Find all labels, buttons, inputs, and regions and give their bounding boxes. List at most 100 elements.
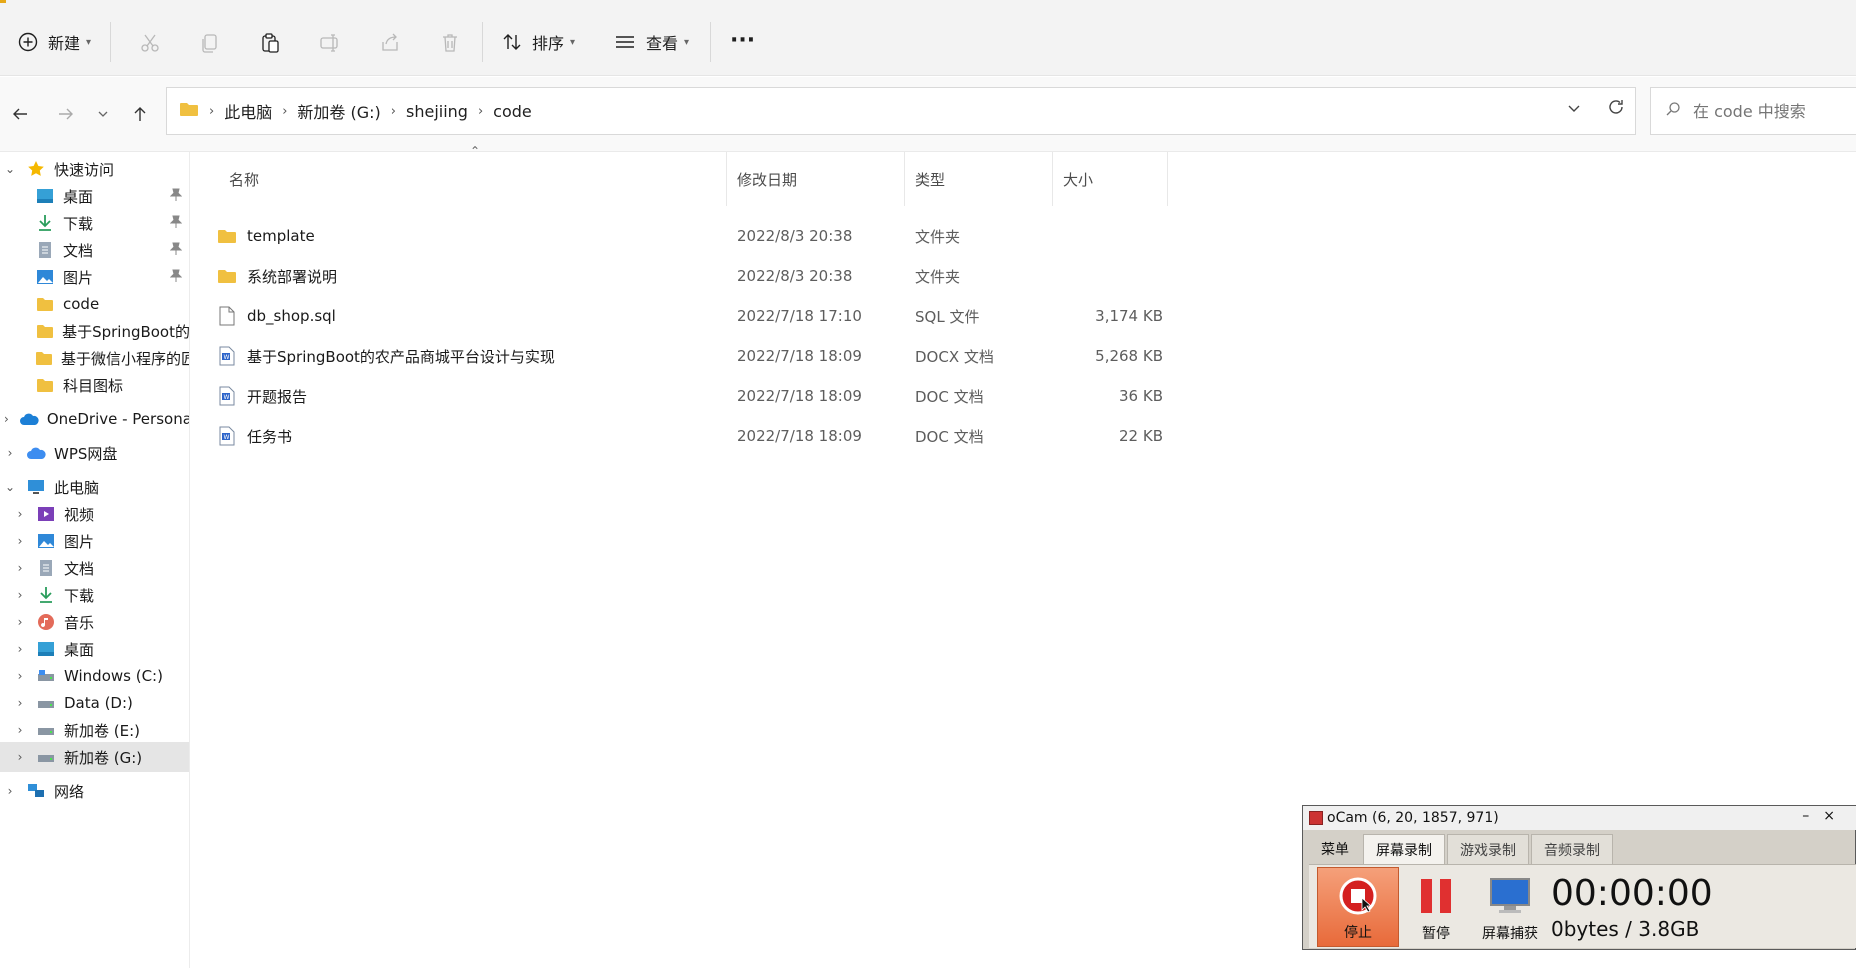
file-name-cell: db_shop.sql bbox=[217, 296, 336, 336]
paste-icon[interactable] bbox=[254, 28, 286, 58]
sidebar-wps-drive[interactable]: › WPS网盘 bbox=[0, 438, 189, 468]
sidebar-item-videos[interactable]: › 视频 bbox=[0, 499, 189, 529]
folder-icon bbox=[35, 375, 55, 395]
sidebar-item-label: code bbox=[63, 295, 100, 313]
column-header-date[interactable]: 修改日期 bbox=[737, 152, 797, 206]
tab-menu[interactable]: 菜单 bbox=[1309, 834, 1361, 864]
recent-locations-icon[interactable] bbox=[88, 99, 118, 129]
sidebar-item-drive-e[interactable]: › 新加卷 (E:) bbox=[0, 715, 189, 745]
sidebar-item-code[interactable]: code bbox=[0, 289, 189, 319]
column-divider[interactable] bbox=[1052, 152, 1053, 206]
sidebar-item-label: 基于SpringBoot的 bbox=[62, 322, 190, 341]
sidebar-item-drive-g[interactable]: › 新加卷 (G:) bbox=[0, 742, 189, 772]
sidebar-item-pc-downloads[interactable]: › 下载 bbox=[0, 580, 189, 610]
table-row[interactable]: W 开题报告 2022/7/18 18:09 DOC 文档 36 KB bbox=[191, 376, 1191, 416]
cloud-icon bbox=[19, 409, 39, 429]
table-row[interactable]: W 任务书 2022/7/18 18:09 DOC 文档 22 KB bbox=[191, 416, 1191, 456]
ocam-tabs: 菜单 屏幕录制 游戏录制 音频录制 bbox=[1309, 834, 1615, 864]
sidebar-item-documents[interactable]: 文档 bbox=[0, 235, 189, 265]
tab-screen-record[interactable]: 屏幕录制 bbox=[1363, 834, 1445, 864]
pause-button[interactable]: 暂停 bbox=[1395, 867, 1477, 947]
breadcrumb-shejiing[interactable]: shejiing bbox=[406, 102, 468, 121]
address-history-dropdown-icon[interactable] bbox=[1567, 100, 1581, 118]
minimize-icon[interactable]: – bbox=[1802, 808, 1823, 824]
search-box[interactable] bbox=[1650, 87, 1856, 135]
sidebar-item-drive-c[interactable]: › Windows (C:) bbox=[0, 661, 189, 691]
column-divider[interactable] bbox=[1167, 152, 1168, 206]
up-icon[interactable] bbox=[125, 99, 155, 129]
file-type: DOC 文档 bbox=[915, 387, 984, 406]
sidebar-item-drive-d[interactable]: › Data (D:) bbox=[0, 688, 189, 718]
copy-icon[interactable] bbox=[194, 28, 226, 58]
ocam-title-bar[interactable]: oCam (6, 20, 1857, 971) –× bbox=[1303, 806, 1856, 830]
sidebar-item-label: 文档 bbox=[63, 241, 94, 260]
chevron-right-icon: › bbox=[17, 534, 23, 548]
drive-icon bbox=[36, 747, 56, 767]
pin-icon[interactable] bbox=[169, 242, 183, 260]
sidebar-onedrive[interactable]: › OneDrive - Persona bbox=[0, 404, 190, 434]
cut-icon[interactable] bbox=[134, 28, 166, 58]
sidebar-item-label: OneDrive - Persona bbox=[46, 410, 190, 428]
tab-game-record[interactable]: 游戏录制 bbox=[1447, 834, 1529, 864]
pin-icon[interactable] bbox=[169, 188, 183, 206]
share-icon[interactable] bbox=[374, 28, 406, 58]
column-header-type[interactable]: 类型 bbox=[915, 152, 945, 206]
sidebar-item-subject-icons[interactable]: 科目图标 bbox=[0, 370, 189, 400]
sidebar-item-downloads[interactable]: 下载 bbox=[0, 208, 189, 238]
address-bar[interactable]: › 此电脑 › 新加卷 (G:) › shejiing › code bbox=[166, 87, 1636, 135]
desktop-icon bbox=[36, 639, 56, 659]
tab-audio-record[interactable]: 音频录制 bbox=[1531, 834, 1613, 864]
breadcrumb-this-pc[interactable]: 此电脑 bbox=[224, 99, 272, 123]
file-name-cell: W 基于SpringBoot的农产品商城平台设计与实现 bbox=[217, 336, 555, 376]
forward-icon[interactable] bbox=[51, 99, 81, 129]
sort-button[interactable]: 排序 ▾ bbox=[502, 24, 575, 60]
close-icon[interactable]: × bbox=[1823, 808, 1849, 824]
sidebar-quick-access[interactable]: ⌄ 快速访问 bbox=[0, 154, 189, 184]
file-date: 2022/7/18 17:10 bbox=[737, 307, 862, 325]
stop-record-icon bbox=[1338, 876, 1378, 920]
sidebar-item-desktop[interactable]: 桌面 bbox=[0, 181, 189, 211]
new-button[interactable]: 新建 ▾ bbox=[18, 24, 91, 60]
column-divider[interactable] bbox=[904, 152, 905, 206]
table-row[interactable]: db_shop.sql 2022/7/18 17:10 SQL 文件 3,174… bbox=[191, 296, 1191, 336]
table-row[interactable]: template 2022/8/3 20:38 文件夹 bbox=[191, 216, 1191, 256]
refresh-icon[interactable] bbox=[1607, 98, 1625, 120]
ocam-window: oCam (6, 20, 1857, 971) –× 菜单 屏幕录制 游戏录制 … bbox=[1302, 805, 1856, 950]
table-row[interactable]: W 基于SpringBoot的农产品商城平台设计与实现 2022/7/18 18… bbox=[191, 336, 1191, 376]
record-timer: 00:00:00 bbox=[1551, 873, 1713, 914]
back-icon[interactable] bbox=[5, 99, 35, 129]
ocam-controls: 停止 暂停 屏幕捕获 00:00:00 0bytes / 3.8GB bbox=[1309, 864, 1856, 948]
sort-icon bbox=[502, 32, 522, 52]
desktop-icon bbox=[35, 186, 55, 206]
column-divider[interactable] bbox=[726, 152, 727, 206]
stop-button[interactable]: 停止 bbox=[1317, 867, 1399, 947]
search-input[interactable] bbox=[1693, 101, 1843, 121]
view-button[interactable]: 查看 ▾ bbox=[614, 24, 689, 60]
sidebar-item-wechat-folder[interactable]: 基于微信小程序的匠 bbox=[0, 343, 189, 373]
rename-icon[interactable] bbox=[314, 28, 346, 58]
breadcrumb-drive-g[interactable]: 新加卷 (G:) bbox=[297, 99, 380, 123]
sidebar-network[interactable]: › 网络 bbox=[0, 776, 189, 806]
sidebar-item-label: 科目图标 bbox=[63, 376, 124, 395]
svg-text:W: W bbox=[224, 394, 230, 401]
monitor-icon bbox=[1489, 877, 1531, 919]
column-header-size[interactable]: 大小 bbox=[1063, 152, 1093, 206]
pin-icon[interactable] bbox=[169, 269, 183, 287]
table-row[interactable]: 系统部署说明 2022/8/3 20:38 文件夹 bbox=[191, 256, 1191, 296]
pin-icon[interactable] bbox=[169, 215, 183, 233]
sidebar-item-pc-desktop[interactable]: › 桌面 bbox=[0, 634, 189, 664]
sidebar-item-music[interactable]: › 音乐 bbox=[0, 607, 189, 637]
delete-icon[interactable] bbox=[434, 28, 466, 58]
screen-capture-label: 屏幕捕获 bbox=[1482, 926, 1538, 942]
sidebar-item-pictures[interactable]: 图片 bbox=[0, 262, 189, 292]
sidebar-item-pc-documents[interactable]: › 文档 bbox=[0, 553, 189, 583]
sidebar-this-pc[interactable]: ⌄ 此电脑 bbox=[0, 472, 189, 502]
more-options-button[interactable]: ··· bbox=[730, 22, 755, 58]
breadcrumb-code[interactable]: code bbox=[493, 102, 532, 121]
sidebar-item-pc-pictures[interactable]: › 图片 bbox=[0, 526, 189, 556]
sidebar-item-springboot-folder[interactable]: 基于SpringBoot的 bbox=[0, 316, 190, 346]
column-header-name[interactable]: 名称 bbox=[229, 152, 259, 206]
screen-capture-button[interactable]: 屏幕捕获 bbox=[1469, 867, 1551, 947]
file-icon bbox=[217, 306, 237, 326]
star-icon bbox=[26, 159, 46, 179]
